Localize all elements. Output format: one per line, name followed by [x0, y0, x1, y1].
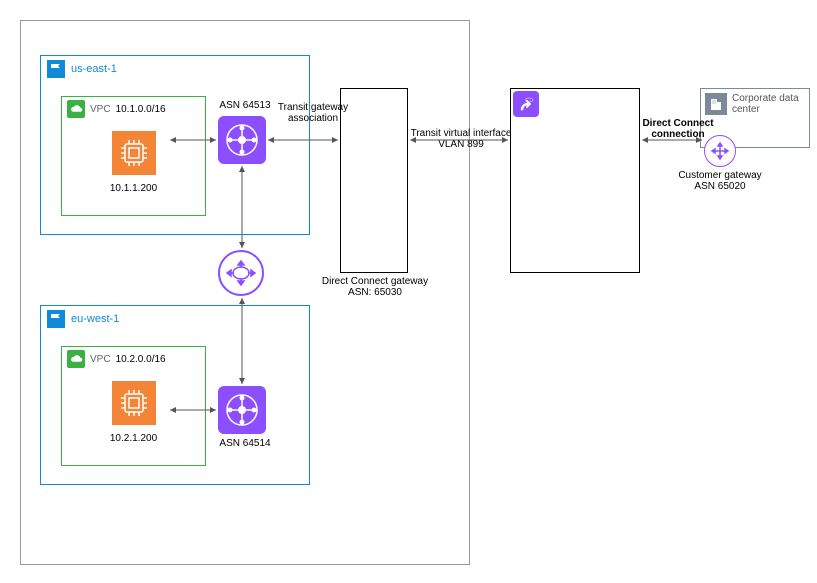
region-name: eu-west-1 — [71, 313, 119, 325]
vpc-box-2: VPC 10.2.0.0/16 10.2.1.200 — [61, 346, 206, 466]
region-flag-icon — [47, 310, 65, 328]
vpc-cidr: 10.2.0.0/16 — [116, 354, 166, 365]
vpc-label: VPC — [90, 354, 111, 365]
vpc-label: VPC — [90, 104, 111, 115]
vpc-header: VPC 10.2.0.0/16 — [62, 347, 205, 371]
ec2-ip: 10.2.1.200 — [62, 433, 205, 444]
transit-gateway-icon-1 — [218, 116, 266, 164]
vpc-box-1: VPC 10.1.0.0/16 10.1.1.200 — [61, 96, 206, 216]
dx-connection-label: Direct Connect connection — [638, 118, 718, 140]
region-header: eu-west-1 — [41, 306, 309, 332]
region-header: us-east-1 — [41, 56, 309, 82]
aws-network-diagram: us-east-1 VPC 10.1.0.0/16 10.1.1.200 ASN… — [0, 0, 817, 583]
vpc-cidr: 10.1.0.0/16 — [116, 104, 166, 115]
direct-connect-icon — [513, 91, 539, 117]
vpc-header: VPC 10.1.0.0/16 — [62, 97, 205, 121]
transit-gateway-peering-icon — [218, 250, 264, 296]
dx-gateway-label: Direct Connect gateway ASN: 65030 — [310, 276, 440, 298]
region-us-east-1: us-east-1 VPC 10.1.0.0/16 10.1.1.200 — [40, 55, 310, 235]
region-eu-west-1: eu-west-1 VPC 10.2.0.0/16 10.2.1.200 — [40, 305, 310, 485]
ec2-wrapper: 10.1.1.200 — [62, 131, 205, 194]
building-icon — [705, 93, 727, 115]
ec2-instance-icon — [112, 131, 156, 175]
tgw-association-label: Transit gateway association — [268, 102, 358, 124]
customer-gateway-label: Customer gateway ASN 65020 — [670, 170, 770, 192]
ec2-ip: 10.1.1.200 — [62, 183, 205, 194]
vpc-cloud-icon — [67, 100, 85, 118]
transit-vif-label: Transit virtual interface VLAN 899 — [406, 128, 516, 150]
tgw-asn-2: ASN 64514 — [210, 438, 280, 449]
dc-label: Corporate data center — [732, 93, 799, 115]
region-name: us-east-1 — [71, 63, 117, 75]
ec2-instance-icon — [112, 381, 156, 425]
transit-gateway-icon-2 — [218, 386, 266, 434]
ec2-wrapper: 10.2.1.200 — [62, 381, 205, 444]
dc-header: Corporate data center — [701, 89, 809, 119]
region-flag-icon — [47, 60, 65, 78]
vpc-cloud-icon — [67, 350, 85, 368]
